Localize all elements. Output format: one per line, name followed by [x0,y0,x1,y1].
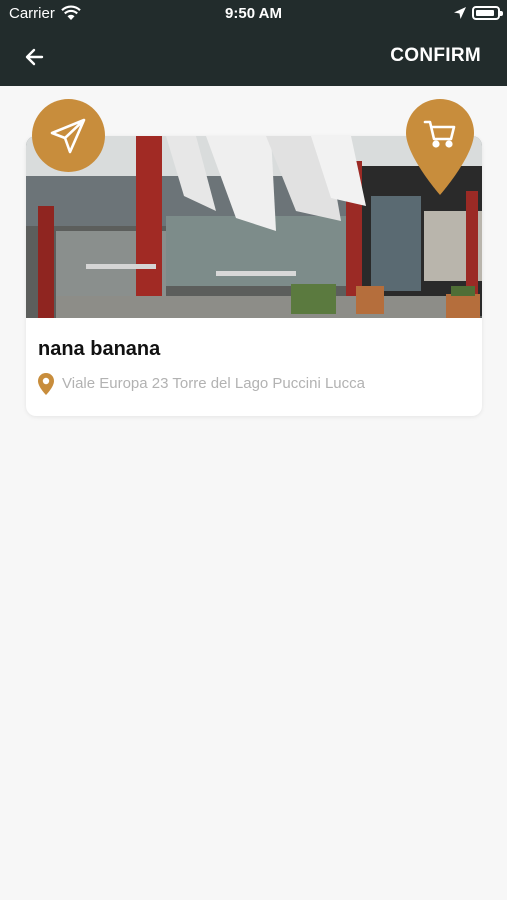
top-bar: Carrier 9:50 AM CONFIRM [0,0,507,86]
paper-plane-icon [50,118,86,154]
battery-level [476,10,494,16]
status-bar: Carrier 9:50 AM [0,0,507,28]
location-arrow-icon [454,7,466,19]
send-button[interactable] [32,99,105,172]
confirm-button[interactable]: CONFIRM [390,45,481,67]
restaurant-name: nana banana [38,338,161,360]
battery-icon [472,6,503,20]
back-arrow-icon[interactable] [22,44,48,70]
cart-pin-button[interactable] [405,98,475,196]
clock: 9:50 AM [225,5,282,22]
location-pin-icon [38,373,54,395]
restaurant-address: Viale Europa 23 Torre del Lago Puccini L… [62,375,365,392]
